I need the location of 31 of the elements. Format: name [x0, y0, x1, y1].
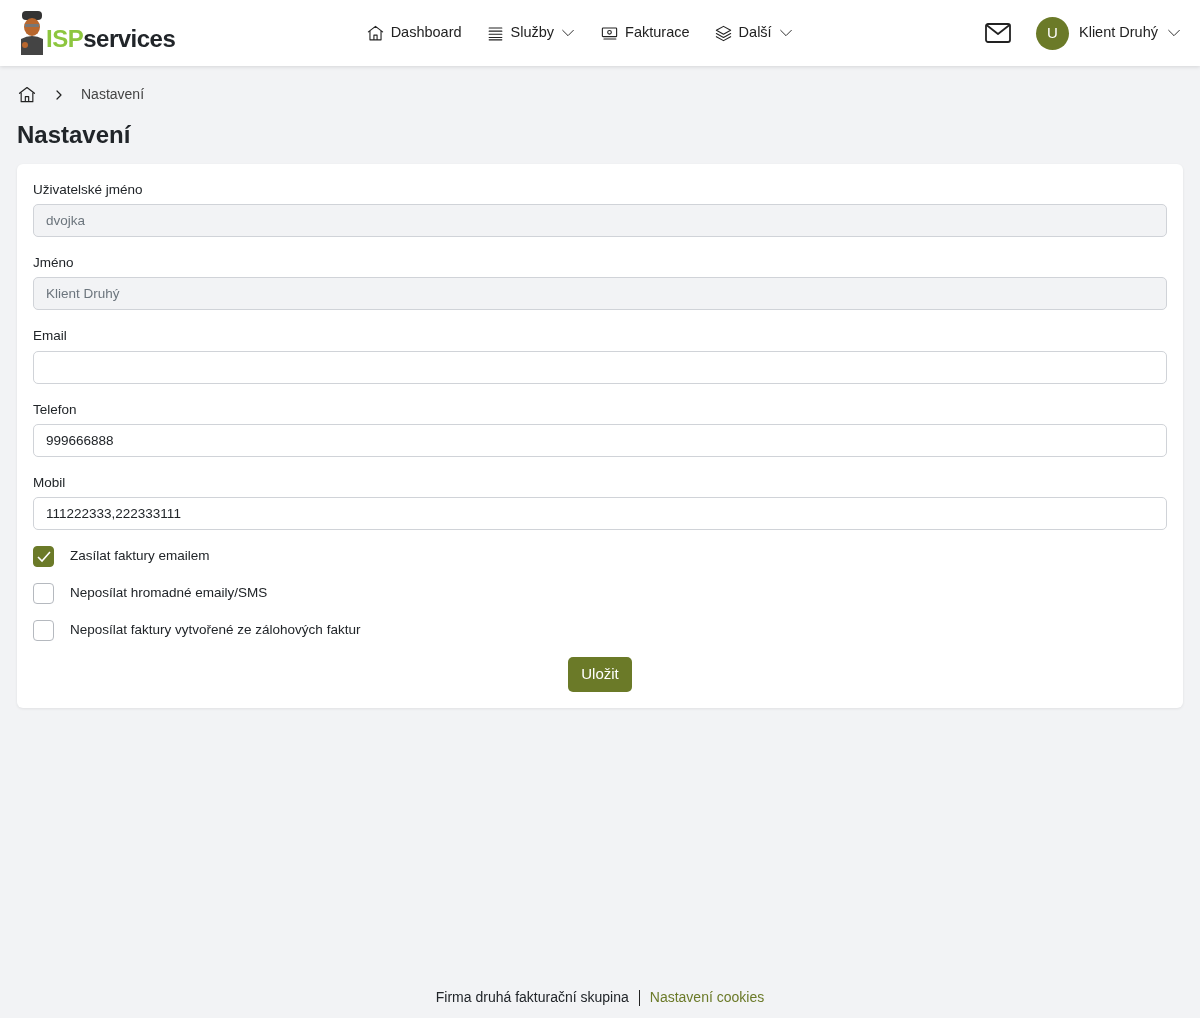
nav-link[interactable]: Fakturace [600, 18, 690, 48]
logo-text: ISPservices [46, 24, 176, 54]
checkbox-label: Zasílat faktury emailem [70, 547, 210, 566]
breadcrumb-item: Nastavení [81, 85, 145, 104]
home-icon[interactable] [17, 84, 37, 105]
field-label: Uživatelské jméno [33, 180, 144, 199]
field-label: Email [33, 327, 68, 346]
nav-link[interactable]: Další [713, 18, 794, 48]
field-label: Telefon [33, 400, 78, 419]
mail-icon[interactable] [984, 22, 1012, 44]
input-field[interactable]: 999666888 [33, 423, 1167, 457]
user-avatar: U [1036, 16, 1069, 50]
page-title: Nastavení [17, 121, 132, 150]
checkbox-label: Neposílat hromadné emaily/SMS [70, 584, 268, 603]
input-field[interactable] [33, 350, 1167, 384]
input-field[interactable]: 111222333,222333111 [33, 497, 1167, 531]
checkbox-label: Neposílat faktury vytvořené ze zálohových faktur [70, 621, 361, 640]
checkbox[interactable] [33, 546, 54, 568]
company-name: Firma druhá fakturační skupina [435, 989, 629, 1005]
nav-link[interactable]: Služby [485, 18, 577, 48]
user-menu[interactable]: U Klient Druhý [1036, 12, 1182, 54]
nav-link[interactable]: Dashboard [365, 18, 462, 48]
mascot-drawing [18, 9, 46, 57]
field-label: Mobil [33, 473, 67, 492]
checkbox[interactable] [33, 583, 54, 605]
checkbox[interactable] [33, 620, 54, 642]
layers-icon [713, 23, 733, 43]
save-button[interactable]: Uložit [568, 657, 632, 692]
cookie-settings-link[interactable]: Nastavení cookies [649, 989, 765, 1005]
field-label: Jméno [33, 254, 75, 273]
home-icon [365, 23, 385, 43]
